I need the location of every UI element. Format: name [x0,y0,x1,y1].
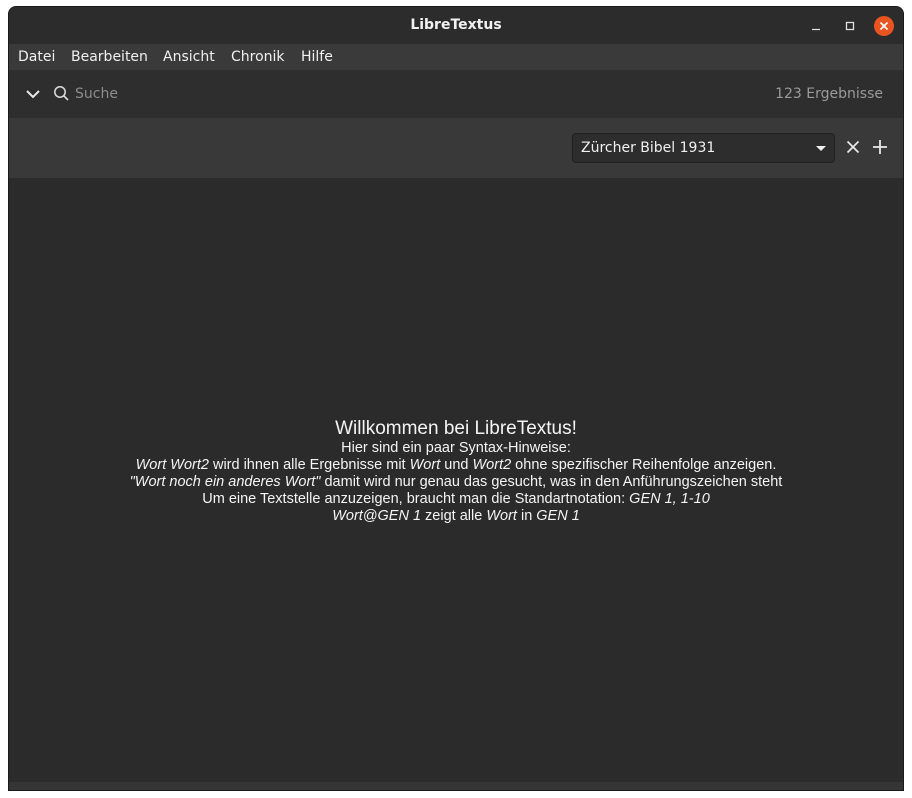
hint-line-1: Wort Wort2 wird ihnen alle Ergebnisse mi… [9,457,903,474]
menu-datei[interactable]: Datei [18,44,55,70]
hint-line-3: Um eine Textstelle anzuzeigen, braucht m… [9,491,903,508]
welcome-message: Willkommen bei LibreTextus! Hier sind ei… [9,418,903,525]
hint-line-2: "Wort noch ein anderes Wort" damit wird … [9,474,903,491]
window-minimize-icon [812,28,820,31]
menu-hilfe[interactable]: Hilfe [301,44,333,70]
bible-version-label: Zürcher Bibel 1931 [581,140,716,156]
search-icon [54,86,69,101]
menu-chronik[interactable]: Chronik [231,44,285,70]
window-close-button[interactable] [874,16,894,36]
welcome-subheading: Hier sind ein paar Syntax-Hinweise: [341,440,571,456]
chevron-down-icon[interactable] [25,86,41,102]
hint-text: Um eine Textstelle anzuzeigen, braucht m… [202,491,630,507]
example-term: GEN 1 [536,508,580,524]
bible-tab-bar: Zürcher Bibel 1931 [9,118,903,178]
hint-text: ohne spezifischer Reihenfolge anzeigen. [511,457,777,473]
search-bar: 123 Ergebnisse [9,70,903,118]
example-term: "Wort noch ein anderes Wort" [129,474,321,490]
dropdown-caret-icon [816,146,826,151]
result-count: 123 Ergebnisse [775,86,883,102]
window-maximize-button[interactable] [840,16,860,36]
bible-version-select[interactable]: Zürcher Bibel 1931 [572,133,835,163]
hint-line-4: Wort@GEN 1 zeigt alle Wort in GEN 1 [9,508,903,525]
welcome-heading: Willkommen bei LibreTextus! [335,418,577,439]
search-input[interactable] [75,82,475,106]
example-term: Wort Wort2 [135,457,209,473]
example-term: Wort2 [472,457,512,473]
menu-bearbeiten[interactable]: Bearbeiten [71,44,148,70]
window-maximize-icon [845,21,855,31]
title-bar[interactable]: LibreTextus [9,7,903,44]
example-term: Wort [409,457,441,473]
app-window: LibreTextus Datei Bearbeiten Ansicht Chr… [9,7,903,790]
window-close-icon [879,21,889,31]
hint-text: damit wird nur genau das gesucht, was in… [320,474,783,490]
text-view[interactable]: Willkommen bei LibreTextus! Hier sind ei… [9,178,903,782]
example-term: Wort@GEN 1 [332,508,422,524]
plus-icon[interactable] [872,139,888,155]
hint-text: und [440,457,473,473]
close-icon[interactable] [846,140,860,154]
hint-text: wird ihnen alle Ergebnisse mit [208,457,410,473]
example-term: Wort [486,508,517,524]
window-title: LibreTextus [410,17,502,33]
menu-ansicht[interactable]: Ansicht [163,44,215,70]
example-term: GEN 1, 1-10 [629,491,710,507]
window-minimize-button[interactable] [806,16,826,36]
hint-text: zeigt alle [421,508,487,524]
status-bar [9,782,903,790]
menu-bar: Datei Bearbeiten Ansicht Chronik Hilfe [9,44,903,70]
hint-text: in [516,508,537,524]
